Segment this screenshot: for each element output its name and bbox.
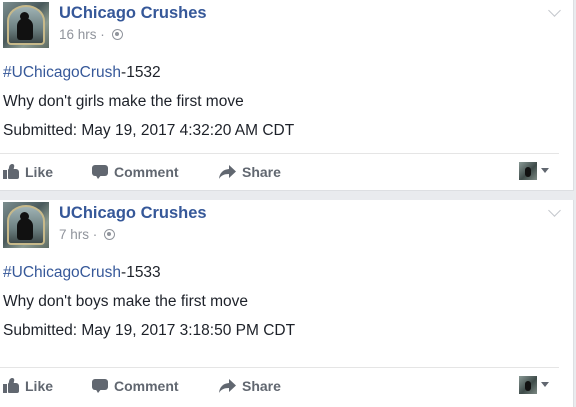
post-timestamp[interactable]: 7 hrs xyxy=(59,227,89,242)
share-icon xyxy=(219,165,236,179)
globe-icon[interactable] xyxy=(111,29,123,40)
post-message: Why don't girls make the first move xyxy=(3,93,244,110)
post-actions-bar: Like Comment Share xyxy=(0,153,559,192)
feed-post: UChicago Crushes 7 hrs · #UChicagoCrush-… xyxy=(0,200,574,407)
post-as-selector[interactable] xyxy=(519,376,551,396)
like-label: Like xyxy=(25,164,54,180)
page-name-link[interactable]: UChicago Crushes xyxy=(59,204,207,223)
post-header: UChicago Crushes 16 hrs · xyxy=(3,2,573,48)
post-meta: 7 hrs · xyxy=(59,227,116,242)
comment-label: Comment xyxy=(114,378,179,394)
post-timestamp[interactable]: 16 hrs xyxy=(59,27,97,42)
comment-button[interactable]: Comment xyxy=(92,164,179,180)
post-header: UChicago Crushes 7 hrs · xyxy=(3,202,573,248)
post-hashtag-line: #UChicagoCrush-1533 xyxy=(3,264,161,282)
post-number: -1532 xyxy=(121,64,161,81)
comment-button[interactable]: Comment xyxy=(92,378,179,394)
share-button[interactable]: Share xyxy=(219,164,281,180)
post-as-avatar xyxy=(519,376,537,394)
like-button[interactable]: Like xyxy=(3,378,53,394)
post-submitted-time: Submitted: May 19, 2017 3:18:50 PM CDT xyxy=(3,322,296,339)
comment-icon xyxy=(92,378,108,393)
share-icon xyxy=(219,379,236,393)
meta-separator: · xyxy=(100,27,105,42)
like-icon xyxy=(3,164,19,179)
post-hashtag-line: #UChicagoCrush-1532 xyxy=(3,64,161,82)
hashtag-link[interactable]: #UChicagoCrush xyxy=(3,264,121,281)
post-submitted-time: Submitted: May 19, 2017 4:32:20 AM CDT xyxy=(3,122,295,139)
feed-post: UChicago Crushes 16 hrs · #UChicagoCrush… xyxy=(0,0,574,191)
like-button[interactable]: Like xyxy=(3,164,53,180)
globe-icon[interactable] xyxy=(104,229,116,240)
share-button[interactable]: Share xyxy=(219,378,281,394)
hashtag-link[interactable]: #UChicagoCrush xyxy=(3,64,121,81)
like-label: Like xyxy=(25,378,54,394)
meta-separator: · xyxy=(92,227,98,242)
like-icon xyxy=(3,378,19,393)
page-avatar[interactable] xyxy=(3,2,49,48)
page-avatar[interactable] xyxy=(3,202,49,248)
chevron-down-icon[interactable] xyxy=(548,4,561,17)
post-message: Why don't boys make the first move xyxy=(3,293,249,310)
post-actions-bar: Like Comment Share xyxy=(0,367,559,406)
comment-label: Comment xyxy=(114,164,179,180)
post-as-avatar xyxy=(519,162,537,180)
caret-down-icon xyxy=(541,382,549,387)
comment-icon xyxy=(92,164,108,179)
avatar-figure xyxy=(17,18,33,40)
page-name-link[interactable]: UChicago Crushes xyxy=(59,4,207,23)
post-meta: 16 hrs · xyxy=(59,27,123,42)
chevron-down-icon[interactable] xyxy=(548,204,561,217)
post-number: -1533 xyxy=(121,264,161,281)
news-feed: UChicago Crushes 16 hrs · #UChicagoCrush… xyxy=(0,0,576,407)
share-label: Share xyxy=(242,164,281,180)
avatar-figure xyxy=(17,218,33,240)
share-label: Share xyxy=(242,378,281,394)
caret-down-icon xyxy=(541,168,549,173)
post-as-selector[interactable] xyxy=(519,162,551,182)
